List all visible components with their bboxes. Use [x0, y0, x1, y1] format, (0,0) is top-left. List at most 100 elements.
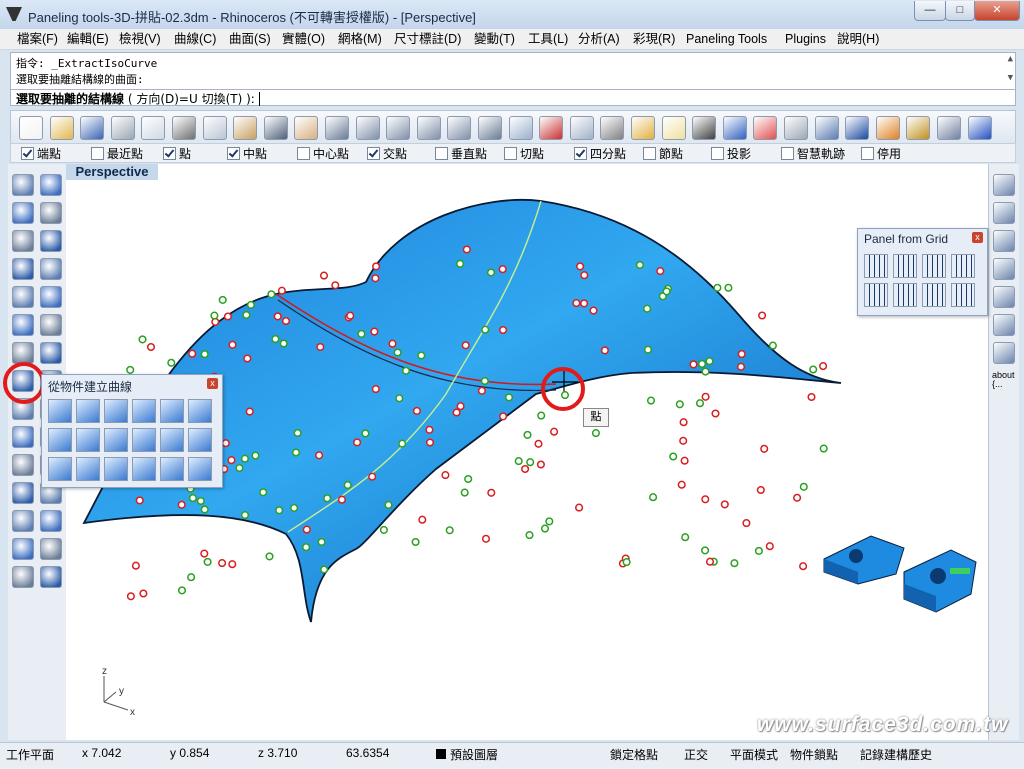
- control-point[interactable]: [799, 562, 808, 571]
- control-point[interactable]: [669, 452, 678, 461]
- control-point[interactable]: [819, 362, 828, 371]
- circle-icon[interactable]: [12, 202, 34, 224]
- menu-item-3[interactable]: 曲線(C): [169, 29, 221, 49]
- control-point[interactable]: [146, 342, 156, 352]
- diamond-icon[interactable]: [993, 342, 1015, 364]
- control-point[interactable]: [576, 262, 585, 271]
- control-point[interactable]: [713, 283, 722, 292]
- control-point[interactable]: [281, 316, 291, 326]
- osnap-toggle[interactable]: 物件鎖點: [790, 746, 838, 763]
- copy-icon[interactable]: [202, 116, 227, 140]
- control-point[interactable]: [235, 463, 244, 473]
- transform-icon[interactable]: [12, 566, 34, 588]
- control-point[interactable]: [227, 456, 236, 465]
- control-point[interactable]: [228, 560, 237, 569]
- control-point[interactable]: [177, 586, 187, 595]
- control-point[interactable]: [398, 439, 407, 448]
- control-point[interactable]: [504, 393, 514, 402]
- control-point[interactable]: [481, 325, 490, 334]
- osnap-4[interactable]: 中心點: [297, 145, 349, 162]
- osnap-2[interactable]: 點: [163, 145, 191, 162]
- flyout-close-button[interactable]: x: [207, 378, 218, 389]
- triangle-icon[interactable]: [993, 230, 1015, 252]
- control-point[interactable]: [525, 531, 534, 540]
- menu-item-4[interactable]: 曲面(S): [224, 29, 276, 49]
- history-toggle[interactable]: 記錄建構歷史: [860, 746, 932, 763]
- control-point[interactable]: [498, 265, 507, 274]
- control-point[interactable]: [656, 267, 665, 276]
- control-point[interactable]: [675, 400, 684, 409]
- control-point[interactable]: [711, 409, 720, 418]
- car-icon[interactable]: [539, 116, 564, 140]
- viewport-tab[interactable]: Perspective: [66, 164, 158, 180]
- osnap-checkbox[interactable]: [21, 147, 34, 160]
- control-point[interactable]: [210, 311, 219, 320]
- control-point[interactable]: [600, 346, 609, 355]
- control-point[interactable]: [302, 543, 311, 552]
- control-point[interactable]: [346, 311, 355, 320]
- osnap-7[interactable]: 切點: [504, 145, 544, 162]
- paste-icon[interactable]: [233, 116, 258, 140]
- control-point[interactable]: [211, 317, 220, 326]
- control-point[interactable]: [138, 335, 147, 344]
- render-sphere-icon[interactable]: [845, 116, 870, 140]
- panel-grid-tool-2-icon[interactable]: [922, 254, 946, 278]
- osnap-checkbox[interactable]: [861, 147, 874, 160]
- close-button[interactable]: ✕: [974, 1, 1020, 21]
- control-point[interactable]: [302, 525, 311, 534]
- control-point[interactable]: [646, 396, 656, 405]
- scroll-up-icon[interactable]: ▲: [1008, 54, 1013, 64]
- control-point[interactable]: [643, 345, 653, 354]
- curve-from-object-tool-5-icon[interactable]: [188, 399, 212, 423]
- control-point[interactable]: [245, 407, 254, 416]
- control-point[interactable]: [809, 365, 818, 374]
- prism-icon[interactable]: [993, 258, 1015, 280]
- control-point[interactable]: [196, 496, 205, 506]
- transform-icon[interactable]: [12, 314, 34, 336]
- control-point[interactable]: [388, 339, 397, 348]
- osnap-checkbox[interactable]: [504, 147, 517, 160]
- control-point[interactable]: [679, 436, 688, 445]
- control-point[interactable]: [477, 386, 486, 395]
- redo-view-icon[interactable]: [478, 116, 502, 140]
- control-point[interactable]: [246, 300, 255, 309]
- osnap-checkbox[interactable]: [163, 147, 176, 160]
- minimize-button[interactable]: —: [914, 1, 946, 21]
- control-point[interactable]: [534, 439, 543, 448]
- undo-icon[interactable]: [263, 116, 288, 140]
- panel-grid-tool-0-icon[interactable]: [864, 254, 888, 278]
- control-point[interactable]: [460, 488, 469, 497]
- grid-sphere-icon[interactable]: [814, 116, 839, 140]
- import-icon[interactable]: [141, 116, 166, 140]
- osnap-11[interactable]: 智慧軌跡: [781, 145, 845, 162]
- save-icon[interactable]: [80, 116, 105, 140]
- control-point[interactable]: [343, 481, 352, 490]
- circle-icon[interactable]: [12, 454, 34, 476]
- control-point[interactable]: [291, 448, 301, 457]
- curve-from-object-tool-2-icon[interactable]: [104, 399, 128, 423]
- control-point[interactable]: [677, 480, 686, 489]
- control-point[interactable]: [589, 306, 598, 315]
- control-point[interactable]: [279, 339, 288, 348]
- arrow-up-icon[interactable]: [993, 286, 1015, 308]
- maximize-button[interactable]: □: [945, 1, 975, 21]
- control-point[interactable]: [679, 418, 688, 427]
- control-point[interactable]: [481, 534, 491, 543]
- control-point[interactable]: [293, 428, 302, 438]
- osnap-checkbox[interactable]: [227, 147, 240, 160]
- panel-grid-tool-4-icon[interactable]: [864, 283, 888, 307]
- zoom-extents-icon[interactable]: [416, 116, 441, 140]
- open-folder-icon[interactable]: [49, 116, 74, 140]
- control-point[interactable]: [724, 283, 733, 292]
- osnap-checkbox[interactable]: [91, 147, 104, 160]
- control-point[interactable]: [486, 268, 496, 277]
- control-point[interactable]: [379, 525, 388, 534]
- curve-from-object-tool-4-icon[interactable]: [160, 399, 184, 423]
- curve-from-object-tool-0-icon[interactable]: [48, 399, 72, 423]
- control-point[interactable]: [807, 392, 816, 402]
- control-point[interactable]: [412, 406, 421, 415]
- curve-from-object-tool-13-icon[interactable]: [76, 457, 100, 481]
- menu-item-11[interactable]: 彩現(R): [628, 29, 680, 49]
- command-history[interactable]: 指令: _ExtractIsoCurve 選取要抽離結構線的曲面: ▲ ▼ 選取…: [10, 52, 1016, 106]
- control-point[interactable]: [135, 496, 144, 505]
